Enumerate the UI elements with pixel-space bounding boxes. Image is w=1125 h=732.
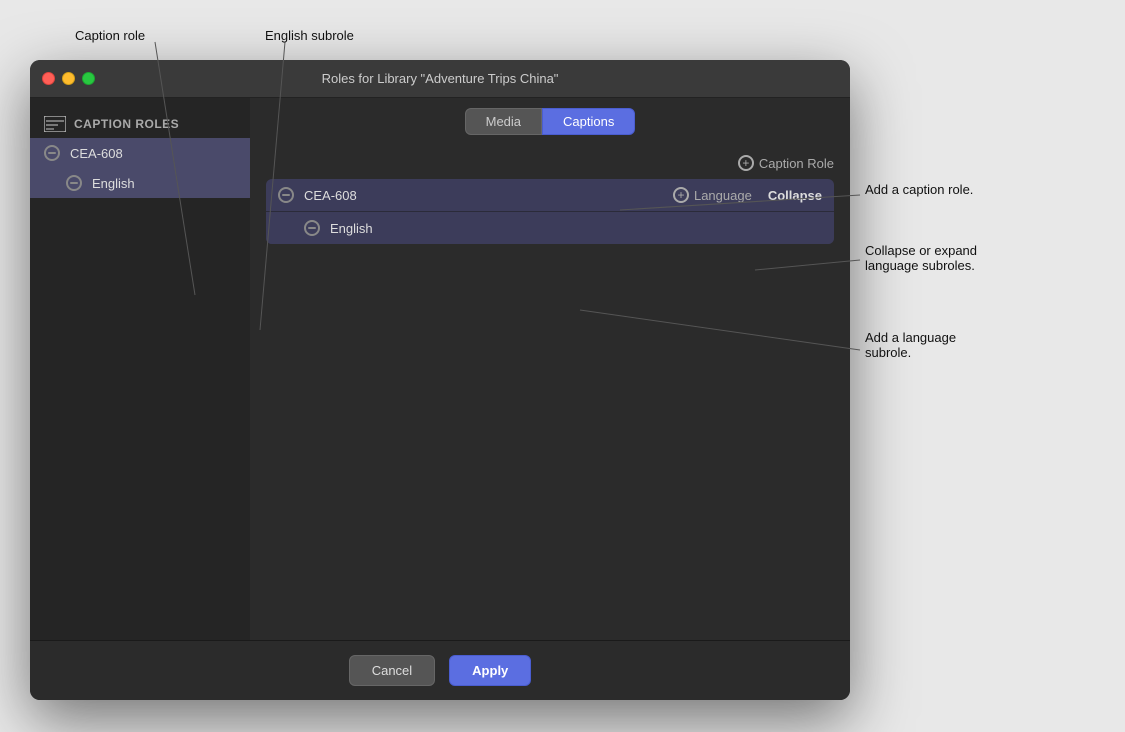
footer: Cancel Apply <box>30 640 850 700</box>
sidebar-section-header: Caption Roles <box>30 110 250 138</box>
caption-role-name: CEA-608 <box>304 188 673 203</box>
sidebar-item-cea608[interactable]: CEA-608 <box>30 138 250 168</box>
caption-role-block: CEA-608 Language Collapse English <box>266 179 834 244</box>
cancel-button[interactable]: Cancel <box>349 655 435 686</box>
sidebar: Caption Roles CEA-608 English <box>30 98 250 640</box>
main-window: Roles for Library "Adventure Trips China… <box>30 60 850 700</box>
subrole-name-english: English <box>330 221 373 236</box>
add-caption-role-circle-icon <box>738 155 754 171</box>
sidebar-section-label: Caption Roles <box>74 117 179 131</box>
add-caption-role-button[interactable]: Caption Role <box>738 155 834 171</box>
window-title: Roles for Library "Adventure Trips China… <box>322 71 559 86</box>
remove-subrole-icon[interactable] <box>304 220 320 236</box>
main-panel: Media Captions Caption Role CEA-608 <box>250 98 850 640</box>
apply-button[interactable]: Apply <box>449 655 531 686</box>
add-language-circle-icon <box>673 187 689 203</box>
add-language-button[interactable]: Language <box>673 187 752 203</box>
traffic-lights <box>42 72 95 85</box>
annotation-caption-role: Caption role <box>75 28 145 43</box>
tab-media[interactable]: Media <box>465 108 542 135</box>
roles-panel: Caption Role CEA-608 Language Collapse <box>250 145 850 640</box>
subrole-row-english: English <box>266 212 834 244</box>
sidebar-item-english[interactable]: English <box>30 168 250 198</box>
content-area: Caption Roles CEA-608 English Media Capt… <box>30 98 850 640</box>
remove-cea608-icon[interactable] <box>44 145 60 161</box>
sidebar-item-english-label: English <box>92 176 135 191</box>
tabs-bar: Media Captions <box>250 98 850 145</box>
remove-role-icon[interactable] <box>278 187 294 203</box>
collapse-button[interactable]: Collapse <box>768 188 822 203</box>
maximize-button[interactable] <box>82 72 95 85</box>
annotation-collapse-expand: Collapse or expand language subroles. <box>865 243 977 273</box>
close-button[interactable] <box>42 72 55 85</box>
caption-roles-icon <box>44 116 66 132</box>
annotation-english-subrole: English subrole <box>265 28 354 43</box>
sidebar-item-cea608-label: CEA-608 <box>70 146 123 161</box>
roles-header: Caption Role <box>266 155 834 171</box>
annotation-add-caption-role: Add a caption role. <box>865 182 973 197</box>
annotation-add-language-subrole: Add a language subrole. <box>865 330 956 360</box>
tab-captions[interactable]: Captions <box>542 108 635 135</box>
add-caption-role-label: Caption Role <box>759 156 834 171</box>
add-language-label: Language <box>694 188 752 203</box>
remove-english-icon[interactable] <box>66 175 82 191</box>
minimize-button[interactable] <box>62 72 75 85</box>
caption-role-row-cea608: CEA-608 Language Collapse <box>266 179 834 212</box>
titlebar: Roles for Library "Adventure Trips China… <box>30 60 850 98</box>
